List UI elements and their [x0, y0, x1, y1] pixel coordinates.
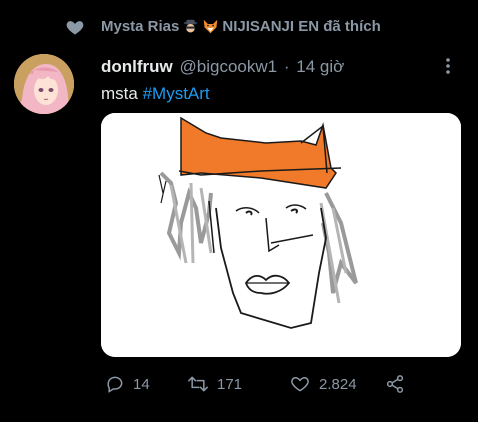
like-heart-icon	[291, 376, 309, 392]
tweet-text: msta #MystArt	[101, 84, 210, 104]
hashtag-link[interactable]: #MystArt	[143, 84, 210, 103]
liker-name-2: NIJISANJI EN đã thích	[222, 18, 381, 35]
share-icon	[386, 375, 404, 393]
tweet-header: donlfruw @bigcookw1 · 14 giờ	[101, 57, 344, 77]
share-button[interactable]	[385, 370, 405, 398]
reply-count: 14	[133, 375, 150, 393]
reply-button[interactable]: 14	[105, 370, 150, 398]
more-options-button[interactable]	[438, 56, 458, 76]
tweet-body: msta	[101, 84, 138, 103]
social-context[interactable]: Mysta Rias NIJISANJI EN đã thích	[101, 18, 381, 35]
fox-emoji	[204, 19, 218, 34]
avatar[interactable]	[14, 54, 74, 114]
retweet-count: 171	[217, 375, 243, 393]
tweet-media-image[interactable]	[101, 113, 461, 357]
like-button[interactable]: 2.824	[289, 370, 357, 398]
author-display-name[interactable]: donlfruw	[101, 57, 173, 76]
retweet-button[interactable]: 171	[187, 370, 242, 398]
reply-icon	[107, 376, 123, 393]
author-handle[interactable]: @bigcookw1	[180, 57, 278, 76]
tweet-container[interactable]: Mysta Rias NIJISANJI EN đã thích donlfru…	[0, 0, 478, 422]
liker-name: Mysta Rias	[101, 18, 180, 35]
tweet-actions: 14 171 2.824	[101, 370, 421, 398]
detective-emoji	[184, 19, 198, 33]
separator-dot: ·	[283, 57, 290, 76]
like-count: 2.824	[319, 375, 357, 393]
more-vertical-icon	[446, 58, 450, 74]
heart-icon	[66, 21, 84, 35]
retweet-icon	[188, 376, 208, 392]
tweet-time[interactable]: 14 giờ	[296, 57, 344, 76]
